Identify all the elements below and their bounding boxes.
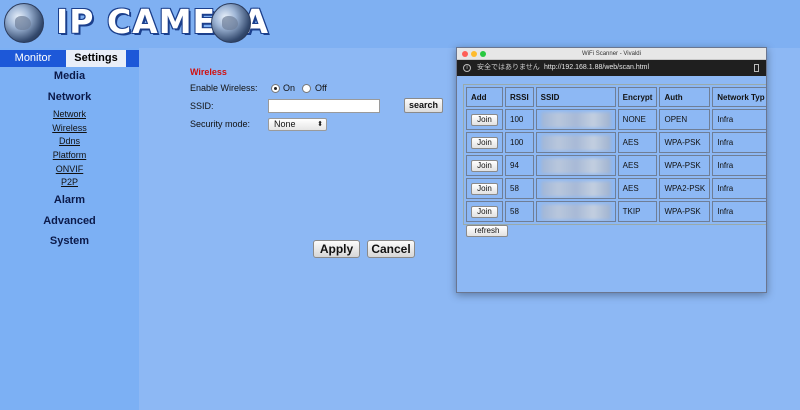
security-mode-value: None bbox=[274, 119, 296, 129]
wireless-on-label: On bbox=[283, 83, 296, 93]
submenu-platform[interactable]: Platform bbox=[0, 150, 139, 160]
network-type-cell: Infra bbox=[712, 178, 766, 199]
menu-network[interactable]: Network bbox=[0, 91, 139, 103]
url-text[interactable]: http://192.168.1.88/web/scan.html bbox=[544, 60, 649, 76]
menu-media[interactable]: Media bbox=[0, 70, 139, 82]
rssi-cell: 58 bbox=[505, 178, 534, 199]
ssid-label: SSID: bbox=[190, 101, 214, 111]
window-titlebar: WiFi Scanner - Vivaldi bbox=[457, 48, 766, 60]
wifi-scanner-window: WiFi Scanner - Vivaldi i 安全ではありません http:… bbox=[456, 47, 767, 293]
apply-button[interactable]: Apply bbox=[313, 240, 360, 258]
refresh-button[interactable]: refresh bbox=[466, 225, 508, 237]
encrypt-cell: AES bbox=[617, 155, 658, 176]
auth-cell: WPA-PSK bbox=[659, 155, 711, 176]
window-title: WiFi Scanner - Vivaldi bbox=[582, 51, 641, 57]
encrypt-cell: AES bbox=[617, 178, 658, 199]
col-header-auth: Auth bbox=[659, 87, 711, 107]
table-row: Join 58 AES WPA2-PSK Infra bbox=[466, 178, 766, 199]
menu-alarm[interactable]: Alarm bbox=[0, 194, 139, 206]
wireless-off-radio[interactable] bbox=[302, 84, 311, 93]
join-button[interactable]: Join bbox=[471, 205, 498, 218]
ssid-blurred bbox=[540, 134, 611, 151]
cancel-button[interactable]: Cancel bbox=[367, 240, 415, 258]
auth-cell: WPA2-PSK bbox=[659, 178, 711, 199]
col-header-rssi: RSSI bbox=[505, 87, 534, 107]
encrypt-cell: NONE bbox=[617, 109, 658, 130]
ssid-blurred bbox=[540, 157, 611, 174]
submenu-ddns[interactable]: Ddns bbox=[0, 136, 139, 146]
wireless-on-radio[interactable] bbox=[271, 84, 280, 93]
auth-cell: OPEN bbox=[659, 109, 711, 130]
col-header-ssid: SSID bbox=[535, 87, 616, 107]
table-row: Join 94 AES WPA-PSK Infra bbox=[466, 155, 766, 176]
tab-bar: Monitor Settings bbox=[0, 50, 139, 67]
enable-wireless-label: Enable Wireless: bbox=[190, 83, 258, 93]
table-row: Join 100 AES WPA-PSK Infra bbox=[466, 132, 766, 153]
info-icon[interactable]: i bbox=[463, 64, 471, 72]
join-button[interactable]: Join bbox=[471, 136, 498, 149]
ssid-blurred bbox=[540, 180, 611, 197]
auth-cell: WPA-PSK bbox=[659, 201, 711, 222]
col-header-encrypt: Encrypt bbox=[617, 87, 658, 107]
submenu-wireless[interactable]: Wireless bbox=[0, 123, 139, 133]
network-type-cell: Infra bbox=[712, 132, 766, 153]
encrypt-cell: TKIP bbox=[617, 201, 658, 222]
rssi-cell: 100 bbox=[505, 132, 534, 153]
col-header-add: Add bbox=[466, 87, 503, 107]
rssi-cell: 58 bbox=[505, 201, 534, 222]
sidebar: Monitor Settings Media Network Network W… bbox=[0, 48, 139, 410]
tab-bar-fill bbox=[126, 50, 139, 67]
not-secure-label: 安全ではありません bbox=[477, 64, 540, 71]
join-button[interactable]: Join bbox=[471, 182, 498, 195]
join-button[interactable]: Join bbox=[471, 113, 498, 126]
col-header-network-type: Network Typ bbox=[712, 87, 766, 107]
wifi-table: Add RSSI SSID Encrypt Auth Network Typ J… bbox=[463, 84, 766, 225]
network-type-cell: Infra bbox=[712, 109, 766, 130]
menu-advanced[interactable]: Advanced bbox=[0, 215, 139, 227]
tab-settings[interactable]: Settings bbox=[66, 50, 126, 67]
wireless-off-label: Off bbox=[315, 83, 327, 93]
rssi-cell: 94 bbox=[505, 155, 534, 176]
security-mode-label: Security mode: bbox=[190, 119, 251, 129]
join-button[interactable]: Join bbox=[471, 159, 498, 172]
rssi-cell: 100 bbox=[505, 109, 534, 130]
table-row: Join 58 TKIP WPA-PSK Infra bbox=[466, 201, 766, 222]
header-banner: IP CAMERA bbox=[0, 0, 800, 48]
globe-icon bbox=[4, 3, 44, 43]
submenu-p2p[interactable]: P2P bbox=[0, 177, 139, 187]
table-row: Join 100 NONE OPEN Infra bbox=[466, 109, 766, 130]
search-button[interactable]: search bbox=[404, 98, 443, 113]
auth-cell: WPA-PSK bbox=[659, 132, 711, 153]
submenu-network[interactable]: Network bbox=[0, 109, 139, 119]
encrypt-cell: AES bbox=[617, 132, 658, 153]
security-mode-select[interactable]: None ⬍ bbox=[268, 118, 327, 131]
tab-monitor[interactable]: Monitor bbox=[0, 50, 66, 67]
network-type-cell: Infra bbox=[712, 155, 766, 176]
table-header-row: Add RSSI SSID Encrypt Auth Network Typ bbox=[466, 87, 766, 107]
network-type-cell: Infra bbox=[712, 201, 766, 222]
submenu-onvif[interactable]: ONVIF bbox=[0, 164, 139, 174]
address-bar[interactable]: i 安全ではありません http://192.168.1.88/web/scan… bbox=[457, 60, 766, 76]
menu-system[interactable]: System bbox=[0, 235, 139, 247]
globe-icon bbox=[211, 3, 251, 43]
ssid-blurred bbox=[540, 111, 611, 128]
section-title: Wireless bbox=[190, 67, 227, 77]
page-icon[interactable] bbox=[754, 64, 759, 72]
ssid-input[interactable] bbox=[268, 99, 380, 113]
ssid-blurred bbox=[540, 203, 611, 220]
updown-caret-icon: ⬍ bbox=[317, 121, 323, 128]
